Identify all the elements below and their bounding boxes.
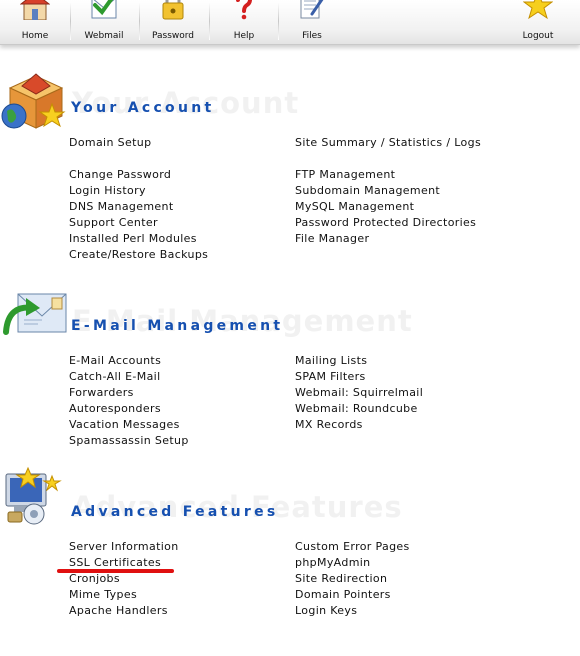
- account-box-globe-icon: [1, 73, 66, 129]
- link-domain-pointers[interactable]: Domain Pointers: [295, 588, 391, 602]
- nav-files-button[interactable]: Files: [281, 0, 343, 44]
- link-mx-records[interactable]: MX Records: [295, 418, 363, 432]
- link-apache-handlers[interactable]: Apache Handlers: [69, 604, 168, 618]
- link-autoresponders[interactable]: Autoresponders: [69, 402, 161, 416]
- link-mime-types[interactable]: Mime Types: [69, 588, 137, 602]
- link-password-protected-directories[interactable]: Password Protected Directories: [295, 216, 476, 230]
- link-dns-management[interactable]: DNS Management: [69, 200, 174, 214]
- nav-logout-button[interactable]: Logout: [508, 0, 568, 44]
- document-pen-icon: [300, 0, 324, 19]
- link-custom-error-pages[interactable]: Custom Error Pages: [295, 540, 410, 554]
- nav-webmail-button[interactable]: Webmail: [73, 0, 135, 44]
- nav-help-label: Help: [233, 31, 255, 41]
- nav-home-button[interactable]: Home: [5, 0, 65, 44]
- link-spamassassin-setup[interactable]: Spamassassin Setup: [69, 434, 189, 448]
- nav-separator: [70, 2, 71, 40]
- link-catch-all-email[interactable]: Catch-All E-Mail: [69, 370, 160, 384]
- link-installed-perl-modules[interactable]: Installed Perl Modules: [69, 232, 197, 246]
- link-spam-filters[interactable]: SPAM Filters: [295, 370, 366, 384]
- link-support-center[interactable]: Support Center: [69, 216, 158, 230]
- email-envelope-arrow-icon: [3, 293, 67, 335]
- link-site-summary[interactable]: Site Summary / Statistics / Logs: [295, 136, 481, 150]
- link-create-restore-backups[interactable]: Create/Restore Backups: [69, 248, 208, 262]
- advanced-monitor-stars-icon: [5, 466, 62, 525]
- nav-separator: [278, 2, 279, 40]
- link-webmail-roundcube[interactable]: Webmail: Roundcube: [295, 402, 418, 416]
- link-phpmyadmin[interactable]: phpMyAdmin: [295, 556, 371, 570]
- highlight-underline-annotation: [57, 569, 174, 573]
- email-section-title: E-Mail Management: [71, 318, 284, 334]
- link-login-history[interactable]: Login History: [69, 184, 146, 198]
- advanced-section-title: Advanced Features: [71, 504, 279, 520]
- nav-files-label: Files: [302, 31, 322, 41]
- link-email-accounts[interactable]: E-Mail Accounts: [69, 354, 161, 368]
- link-vacation-messages[interactable]: Vacation Messages: [69, 418, 180, 432]
- nav-help-button[interactable]: Help: [213, 0, 275, 44]
- link-domain-setup[interactable]: Domain Setup: [69, 136, 151, 150]
- link-file-manager[interactable]: File Manager: [295, 232, 369, 246]
- link-server-information[interactable]: Server Information: [69, 540, 179, 554]
- nav-home-label: Home: [21, 31, 49, 41]
- house-icon: [20, 0, 50, 20]
- envelope-check-icon: [91, 0, 117, 19]
- nav-logout-label: Logout: [522, 31, 554, 41]
- star-icon: [523, 0, 553, 20]
- link-cronjobs[interactable]: Cronjobs: [69, 572, 120, 586]
- link-site-redirection[interactable]: Site Redirection: [295, 572, 387, 586]
- nav-password-button[interactable]: Password: [142, 0, 204, 44]
- question-mark-icon: [236, 0, 252, 20]
- link-forwarders[interactable]: Forwarders: [69, 386, 134, 400]
- padlock-icon: [162, 0, 184, 20]
- link-ssl-certificates[interactable]: SSL Certificates: [69, 556, 161, 570]
- link-change-password[interactable]: Change Password: [69, 168, 171, 182]
- link-mailing-lists[interactable]: Mailing Lists: [295, 354, 367, 368]
- top-navigation-bar: Home Webmail Password Help Files Logout: [0, 0, 580, 45]
- nav-password-label: Password: [151, 31, 195, 41]
- link-webmail-squirrelmail[interactable]: Webmail: Squirrelmail: [295, 386, 423, 400]
- link-ftp-management[interactable]: FTP Management: [295, 168, 395, 182]
- account-section-title: Your Account: [71, 100, 215, 116]
- link-subdomain-management[interactable]: Subdomain Management: [295, 184, 440, 198]
- nav-separator: [209, 2, 210, 40]
- nav-separator: [139, 2, 140, 40]
- nav-webmail-label: Webmail: [84, 31, 124, 41]
- link-login-keys[interactable]: Login Keys: [295, 604, 357, 618]
- link-mysql-management[interactable]: MySQL Management: [295, 200, 414, 214]
